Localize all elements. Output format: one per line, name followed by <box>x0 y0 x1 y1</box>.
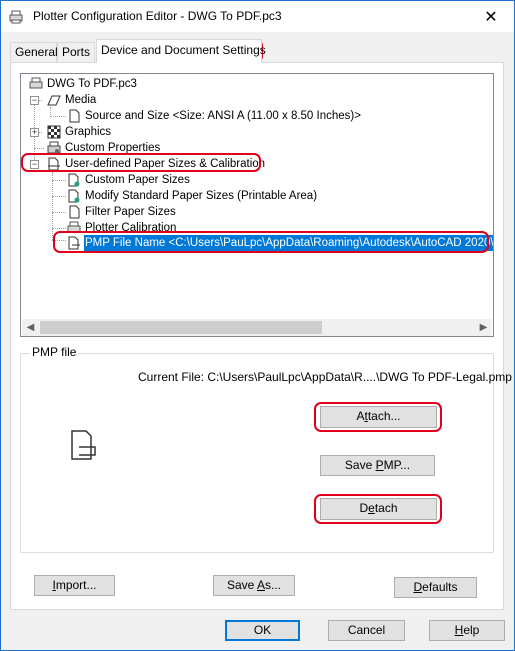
defaults-button[interactable]: Defaults <box>394 577 477 598</box>
tree-label: Filter Paper Sizes <box>85 206 176 218</box>
plotter-icon <box>29 77 43 89</box>
tree-connector <box>52 228 66 229</box>
tree-label: DWG To PDF.pc3 <box>47 78 137 90</box>
current-file-text: Current File: C:\Users\PaulLpc\AppData\R… <box>138 370 512 384</box>
tree-connector <box>50 116 66 117</box>
plotter-config-dialog: Plotter Configuration Editor - DWG To PD… <box>0 0 515 651</box>
media-icon <box>47 95 61 106</box>
tree-connector <box>52 172 53 240</box>
tree-label: Media <box>65 94 97 106</box>
tree-connector <box>34 148 44 149</box>
help-button[interactable]: Help <box>429 620 505 641</box>
import-button[interactable]: Import... <box>34 575 115 596</box>
tree-label: Modify Standard Paper Sizes (Printable A… <box>85 190 318 202</box>
tree-label: User-defined Paper Sizes & Calibration <box>65 158 266 170</box>
expand-toggle[interactable]: + <box>30 128 39 137</box>
scroll-left-icon[interactable]: ◀ <box>22 319 39 336</box>
close-icon: ✕ <box>484 8 498 26</box>
properties-icon <box>47 141 61 154</box>
tab-device-document-settings[interactable]: Device and Document Settings <box>96 39 266 63</box>
title-bar: Plotter Configuration Editor - DWG To PD… <box>1 1 514 32</box>
collapse-toggle[interactable]: − <box>30 160 39 169</box>
tab-general[interactable]: General <box>10 42 58 62</box>
page-icon <box>69 109 80 123</box>
tab-ports[interactable]: Ports <box>57 42 95 62</box>
collapse-toggle[interactable]: − <box>30 96 39 105</box>
tree-horizontal-scrollbar[interactable]: ◀ ▶ <box>22 319 492 336</box>
plotter-app-icon <box>9 10 23 24</box>
save-pmp-button[interactable]: Save PMP... <box>320 455 435 476</box>
tree-label: Custom Paper Sizes <box>85 174 190 186</box>
tree-label-selected: PMP File Name <C:\Users\PauLpc\AppData\R… <box>85 237 494 249</box>
calibration-icon <box>67 221 81 233</box>
settings-tree[interactable]: DWG To PDF.pc3 − Media Source and Size <… <box>20 73 494 337</box>
pmp-group-label: PMP file <box>30 345 79 359</box>
detach-button[interactable]: Detach <box>320 498 437 520</box>
tree-connector <box>52 240 66 241</box>
filter-paper-icon <box>69 205 80 219</box>
save-as-button[interactable]: Save As... <box>213 575 295 596</box>
attach-button[interactable]: Attach... <box>320 406 437 428</box>
pmp-document-icon <box>71 430 96 460</box>
close-button[interactable]: ✕ <box>468 1 514 32</box>
tree-connector <box>52 180 66 181</box>
tree-connector <box>52 196 66 197</box>
tree-label: Custom Properties <box>65 142 161 154</box>
tab-device-label: Device and Document Settings <box>101 43 266 57</box>
paper-sizes-icon <box>48 157 60 171</box>
tree-label: Graphics <box>65 126 112 138</box>
tab-general-label: General <box>15 45 58 59</box>
scroll-thumb[interactable] <box>40 321 322 334</box>
tree-label: Source and Size <Size: ANSI A (11.00 x 8… <box>85 110 361 122</box>
custom-paper-icon <box>68 173 80 187</box>
ok-button[interactable]: OK <box>225 620 300 641</box>
modify-paper-icon <box>68 189 80 203</box>
cancel-button[interactable]: Cancel <box>328 620 405 641</box>
window-title: Plotter Configuration Editor - DWG To PD… <box>33 9 282 23</box>
scroll-right-icon[interactable]: ▶ <box>475 319 492 336</box>
tree-connector <box>52 212 66 213</box>
pmp-file-icon <box>68 236 80 250</box>
tab-ports-label: Ports <box>62 45 91 59</box>
graphics-icon <box>47 125 61 139</box>
tree-label: Plotter Calibration <box>85 222 177 234</box>
